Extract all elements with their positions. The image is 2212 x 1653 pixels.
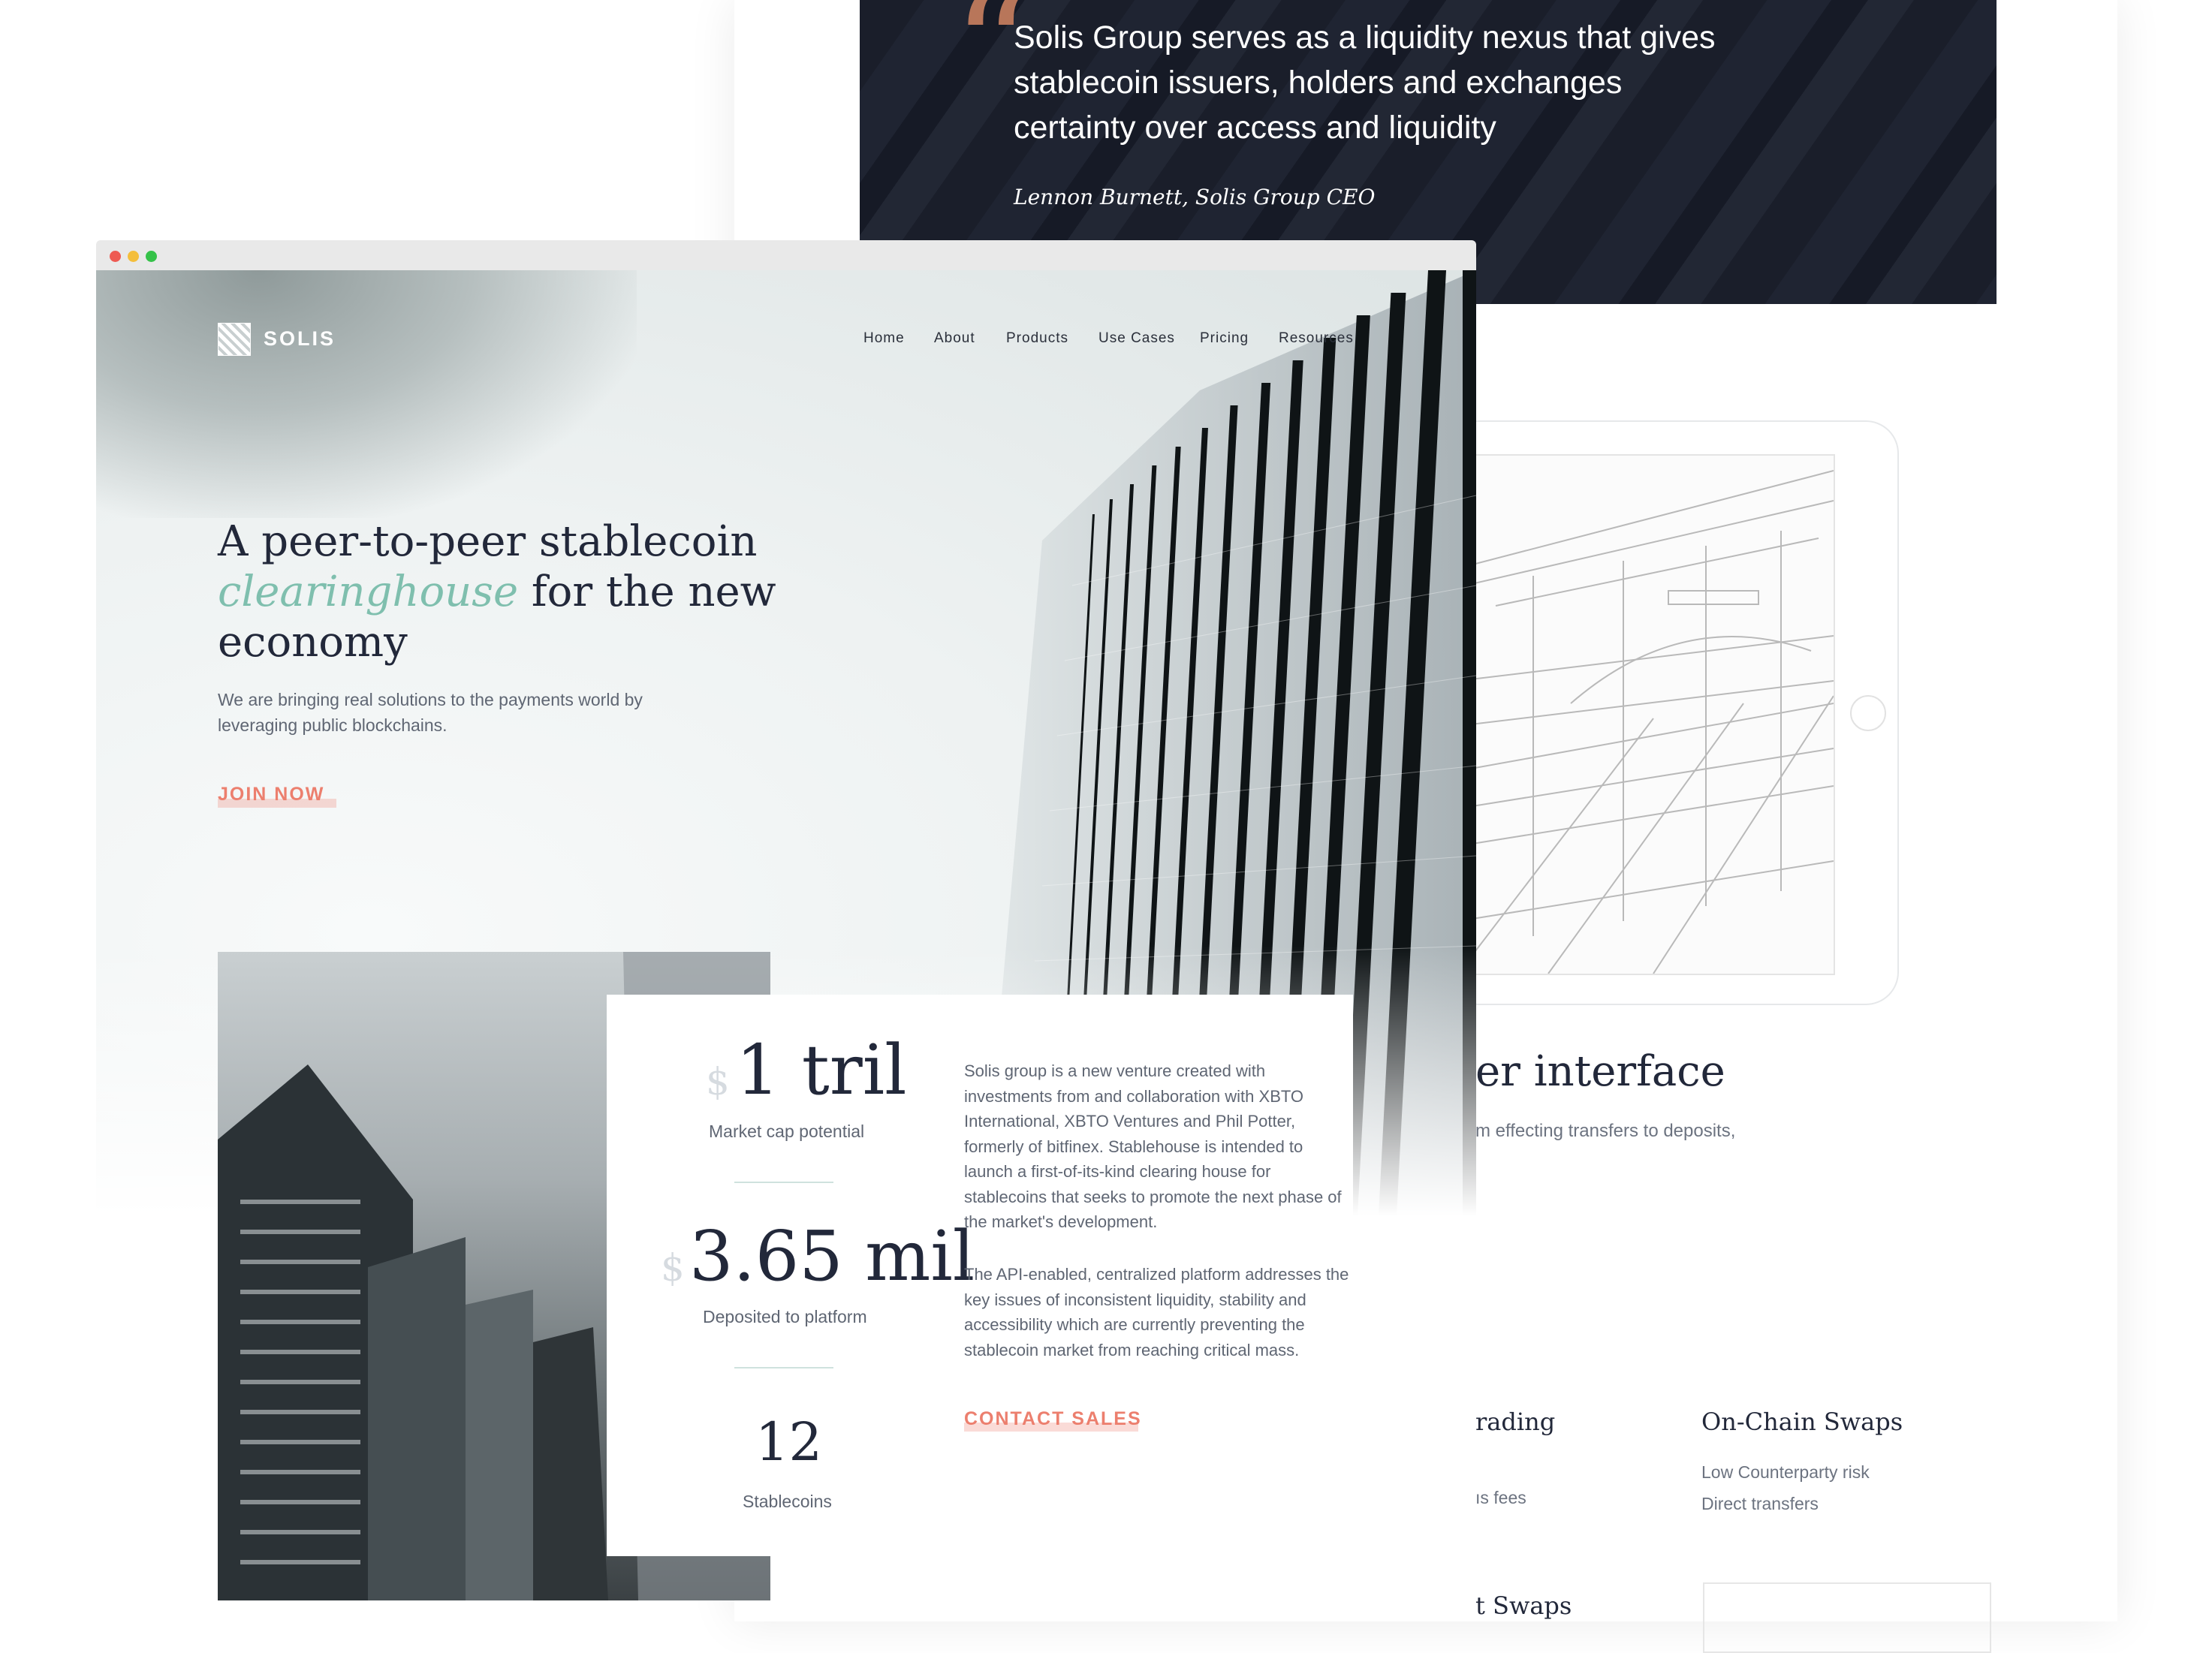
wireframe-drawing-icon (1458, 470, 1834, 974)
interface-heading: er interface (1475, 1047, 1725, 1096)
feature-item: ıs fees (1475, 1488, 1526, 1507)
stat-label: Deposited to platform (703, 1307, 867, 1326)
nav-resources[interactable]: Resources (1279, 330, 1354, 347)
stat-divider (734, 1367, 833, 1368)
quote-text: Solis Group serves as a liquidity nexus … (1014, 20, 1716, 146)
stat-currency: $ (661, 1246, 685, 1290)
tablet-home-button (1850, 695, 1886, 731)
interface-subtext: m effecting transfers to deposits, (1475, 1121, 1736, 1141)
stat-divider (734, 1182, 833, 1183)
hero-title-emphasis: clearinghouse (218, 568, 519, 616)
tablet-illustration (1457, 454, 1835, 975)
browser-titlebar (96, 240, 1476, 270)
feature-title: t Swaps (1475, 1591, 1572, 1620)
stat-label: Stablecoins (743, 1492, 832, 1511)
logo-text[interactable]: SOLIS (264, 327, 336, 351)
hero-title-line1: A peer-to-peer stablecoin (218, 517, 758, 566)
stat-value: 1 tril (736, 1030, 907, 1110)
stat-currency: $ (706, 1060, 730, 1104)
stat-value: 3.65 mil (689, 1216, 975, 1296)
about-paragraph: The API-enabled, centralized platform ad… (964, 1265, 1349, 1359)
nav-use-cases[interactable]: Use Cases (1098, 330, 1175, 347)
feature-item: Low Counterparty risk (1701, 1462, 1870, 1482)
quote-author: Lennon Burnett, Solis Group CEO (1014, 185, 1376, 209)
nav-about[interactable]: About (934, 330, 975, 347)
hero-title: A peer-to-peer stablecoin clearinghouse f… (218, 516, 788, 667)
feature-title: rading (1475, 1408, 1556, 1436)
maximize-window-icon[interactable] (146, 251, 157, 262)
minimize-window-icon[interactable] (128, 251, 139, 262)
stat-label: Market cap potential (709, 1122, 865, 1141)
nav-home[interactable]: Home (863, 330, 905, 347)
feature-title: On-Chain Swaps (1701, 1408, 1903, 1436)
hero-description: We are bringing real solutions to the pa… (218, 690, 643, 735)
about-paragraph: Solis group is a new venture created wit… (964, 1061, 1342, 1231)
stat-value: 12 (755, 1411, 823, 1473)
nav-products[interactable]: Products (1006, 330, 1068, 347)
feature-item: Direct transfers (1701, 1494, 1819, 1513)
close-window-icon[interactable] (110, 251, 121, 262)
contact-sales-button[interactable]: CONTACT SALES (964, 1408, 1142, 1430)
card-outline (1703, 1582, 1991, 1653)
join-now-button[interactable]: JOIN NOW (218, 784, 324, 805)
solis-logo-icon[interactable] (218, 323, 251, 356)
feature-list: Low Counterparty risk Direct transfers (1701, 1456, 1870, 1519)
top-navbar (96, 270, 1476, 375)
nav-pricing[interactable]: Pricing (1200, 330, 1249, 347)
